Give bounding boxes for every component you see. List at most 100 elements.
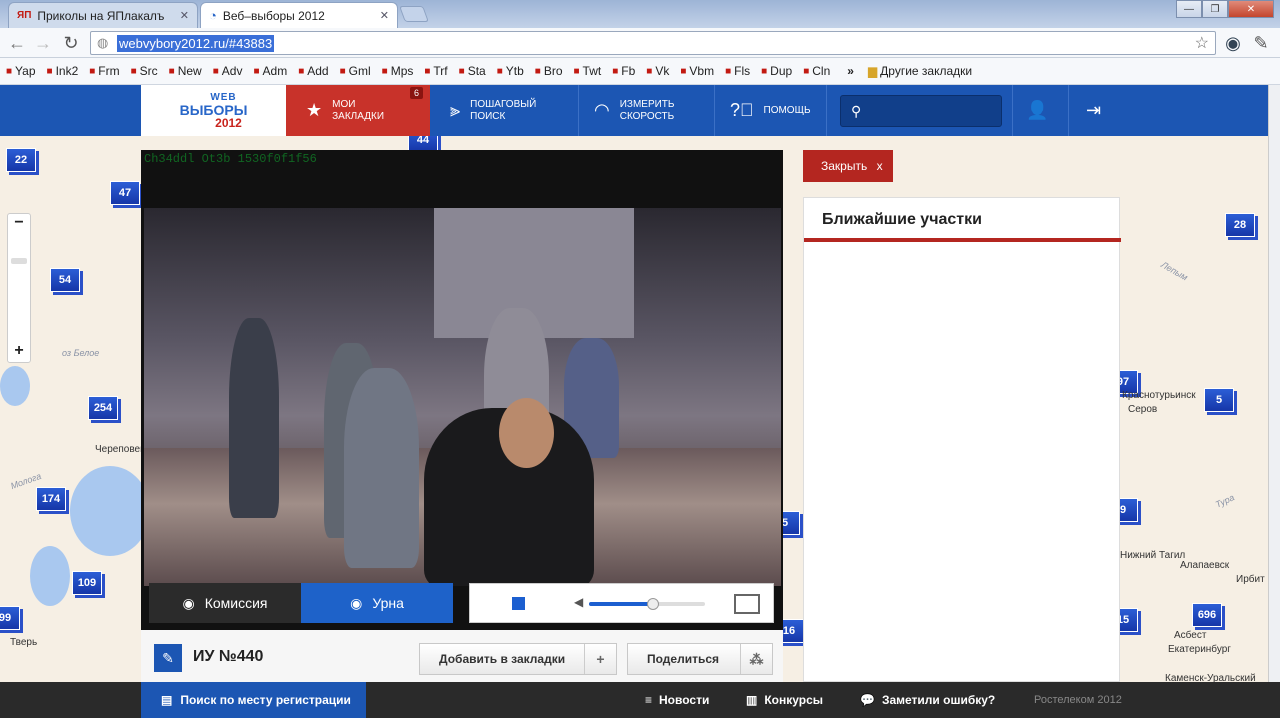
address-bar[interactable]: ◍ webvybory2012.ru/#43883 ☆ <box>90 31 1216 55</box>
browser-tab-strip: ЯП Приколы на ЯПлакалъ ✕ ◔ Веб–выборы 20… <box>0 0 1280 28</box>
logout-icon[interactable]: ⇥ <box>1086 85 1116 136</box>
contests-link[interactable]: ▥ Конкурсы <box>746 682 823 718</box>
bookmark-icon: ■ <box>458 65 465 77</box>
url-text[interactable]: webvybory2012.ru/#43883 <box>117 35 275 52</box>
video-frame[interactable] <box>144 208 781 586</box>
volume-icon[interactable]: ◀ <box>574 595 583 609</box>
help-button[interactable]: ?⃝ ПОМОЩЬ <box>730 85 830 136</box>
forward-button[interactable]: → <box>32 32 54 54</box>
map-marker[interactable]: 22 <box>6 148 36 172</box>
tab-urn[interactable]: ◉ Урна <box>301 583 453 623</box>
bookmark-cln[interactable]: ■ Cln <box>803 64 830 78</box>
map-marker[interactable]: 99 <box>0 606 20 630</box>
bookmark-fb[interactable]: ■ Fb <box>612 64 635 78</box>
person-figure <box>344 368 419 568</box>
minimize-button[interactable]: — <box>1176 0 1202 18</box>
bookmark-label: Twt <box>582 64 602 78</box>
bookmarks-bar: ■ Yap ■ Ink2 ■ Frm ■ Src ■ New ■ Adv ■ Adm ■ Add ■ Gml ■ Mp… <box>0 58 1280 85</box>
tab-webvybory[interactable]: ◔ Веб–выборы 2012 ✕ <box>200 2 398 28</box>
bookmark-mps[interactable]: ■ Mps <box>382 64 414 78</box>
maximize-button[interactable]: ❐ <box>1202 0 1228 18</box>
city-label: Каменск-Уральский <box>1165 673 1256 682</box>
add-bookmark-button[interactable]: Добавить в закладки + <box>419 643 617 675</box>
tab-commission[interactable]: ◉ Комиссия <box>149 583 301 623</box>
my-bookmarks-button[interactable]: ★ МОИ ЗАКЛАДКИ <box>286 85 430 136</box>
bookmark-twt[interactable]: ■ Twt <box>574 64 602 78</box>
bookmark-fls[interactable]: ■ Fls <box>725 64 750 78</box>
logo-line2: ВЫБОРЫ <box>179 101 248 118</box>
volume-handle[interactable] <box>646 598 659 610</box>
bookmark-icon: ■ <box>381 65 388 77</box>
map-marker[interactable]: 109 <box>72 571 102 595</box>
video-timestamp: Сh34ddl Ot3b 1530f0f1f56 <box>144 152 317 166</box>
share-button[interactable]: Поделиться ⁂ <box>627 643 773 675</box>
report-error-link[interactable]: 💬 Заметили ошибку? <box>860 682 995 718</box>
zoom-in-button[interactable]: + <box>8 342 30 360</box>
video-player[interactable]: Сh34ddl Ot3b 1530f0f1f56 ◉ Комиссия ◉ Ур… <box>141 150 783 630</box>
bookmark-dup[interactable]: ■ Dup <box>761 64 792 78</box>
tab-yaplakal[interactable]: ЯП Приколы на ЯПлакалъ ✕ <box>8 2 198 28</box>
stop-button[interactable] <box>512 597 525 610</box>
yap-icon: ЯП <box>17 10 32 21</box>
chevron-right-icon[interactable]: » <box>847 64 854 78</box>
map-marker[interactable]: 54 <box>50 268 80 292</box>
bookmark-yap[interactable]: ■ Yap <box>6 64 36 78</box>
back-button[interactable]: ← <box>6 32 28 54</box>
help-icon: ?⃝ <box>730 99 754 120</box>
contests-label: Конкурсы <box>764 693 824 707</box>
news-label: Новости <box>659 693 710 707</box>
user-icon[interactable]: 👤 <box>1026 85 1056 136</box>
lake <box>70 466 150 556</box>
volume-slider[interactable] <box>589 598 705 610</box>
bookmark-ink2[interactable]: ■ Ink2 <box>47 64 79 78</box>
new-tab-button[interactable] <box>399 6 429 22</box>
close-icon[interactable]: ✕ <box>380 9 389 22</box>
page-scrollbar[interactable] <box>1268 85 1280 682</box>
edit-icon: ✎ <box>154 644 182 672</box>
speed-test-button[interactable]: ◠ ИЗМЕРИТЬ СКОРОСТЬ <box>594 85 714 136</box>
bookmark-adv[interactable]: ■ Adv <box>213 64 243 78</box>
zoom-out-button[interactable]: − <box>8 214 30 232</box>
bookmark-vk[interactable]: ■ Vk <box>646 64 669 78</box>
map-marker[interactable]: 174 <box>36 487 66 511</box>
logo[interactable]: WEB ВЫБОРЫ 2012 <box>141 85 286 136</box>
bookmark-gml[interactable]: ■ Gml <box>340 64 371 78</box>
bookmark-adm[interactable]: ■ Adm <box>253 64 287 78</box>
bookmark-vbm[interactable]: ■ Vbm <box>680 64 714 78</box>
map-marker[interactable]: 696 <box>1192 603 1222 627</box>
person-figure <box>229 318 279 518</box>
city-label: Екатеринбург <box>1168 644 1231 655</box>
wrench-icon[interactable]: ✎ <box>1250 32 1272 54</box>
other-bookmarks[interactable]: ▆ Другие закладки <box>868 64 972 78</box>
bookmark-sta[interactable]: ■ Sta <box>459 64 486 78</box>
map-marker[interactable]: 254 <box>88 396 118 420</box>
step-search-button[interactable]: ⫸ ПОШАГОВЫЙ ПОИСК <box>450 85 580 136</box>
panel-title-underline <box>804 238 1121 242</box>
bookmark-new[interactable]: ■ New <box>169 64 202 78</box>
close-icon[interactable]: ✕ <box>180 9 189 22</box>
help-label: ПОМОЩЬ <box>763 104 811 116</box>
map-marker[interactable]: 47 <box>110 181 140 205</box>
news-link[interactable]: ≡ Новости <box>645 682 709 718</box>
star-icon[interactable]: ☆ <box>1195 33 1209 53</box>
zoom-slider-handle[interactable] <box>11 258 27 264</box>
bookmark-ytb[interactable]: ■ Ytb <box>497 64 524 78</box>
window-close-button[interactable]: ✕ <box>1228 0 1274 18</box>
bookmark-trf[interactable]: ■ Trf <box>424 64 447 78</box>
map-marker[interactable]: 28 <box>1225 213 1255 237</box>
extension-icon[interactable]: ◉ <box>1222 32 1244 54</box>
bookmark-icon: ■ <box>89 65 96 77</box>
close-video-button[interactable]: Закрыть x <box>803 150 893 182</box>
bookmark-add[interactable]: ■ Add <box>298 64 328 78</box>
map-marker[interactable]: 5 <box>1204 388 1234 412</box>
zoom-control[interactable]: − + <box>7 213 31 363</box>
search-input[interactable]: ⚲ <box>840 95 1002 127</box>
reload-button[interactable]: ↻ <box>60 32 82 54</box>
bookmark-src[interactable]: ■ Src <box>131 64 158 78</box>
bookmark-frm[interactable]: ■ Frm <box>89 64 119 78</box>
city-label: Череповец <box>95 444 146 455</box>
fullscreen-icon[interactable] <box>734 594 760 614</box>
bookmark-bro[interactable]: ■ Bro <box>535 64 563 78</box>
bookmark-label: Ink2 <box>55 64 79 78</box>
search-registration-button[interactable]: ▤ Поиск по месту регистрации <box>141 682 366 718</box>
